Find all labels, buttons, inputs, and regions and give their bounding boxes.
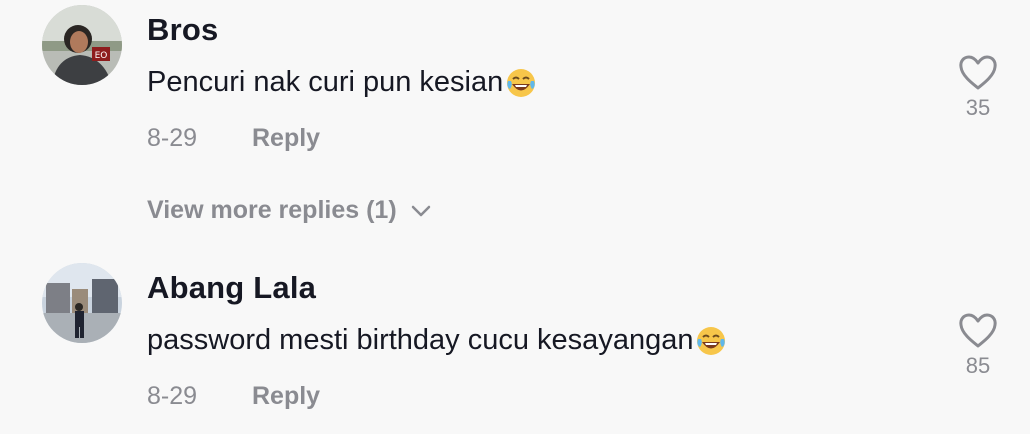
chevron-down-icon [411,205,430,216]
like-button[interactable]: 85 [955,313,1001,379]
comment-date: 8-29 [147,124,198,152]
comment-text-content: Pencuri nak curi pun kesian [147,66,504,98]
heart-icon [959,55,997,90]
comment-item: EO Bros Pencuri nak curi pun kesian 8-29… [0,0,1030,190]
avatar[interactable]: EO [42,5,122,85]
svg-text:EO: EO [95,51,108,61]
reply-button[interactable]: Reply [252,124,320,153]
avatar[interactable] [42,263,122,343]
heart-icon [959,313,997,348]
comment-item: Abang Lala password mesti birthday cucu … [0,258,1030,434]
comment-text-content: password mesti birthday cucu kesayangan [147,324,694,356]
reply-button[interactable]: Reply [252,382,320,411]
comment-text: password mesti birthday cucu kesayangan [147,324,727,357]
comment-username[interactable]: Bros [147,12,218,48]
comment-text: Pencuri nak curi pun kesian [147,66,537,99]
view-more-replies-button[interactable]: View more replies (1) [147,196,431,225]
face-with-tears-of-joy-icon [507,68,536,97]
comment-meta: 8-29 Reply [147,124,320,153]
face-with-tears-of-joy-icon [697,326,726,355]
like-button[interactable]: 35 [955,55,1001,121]
comment-meta: 8-29 Reply [147,382,320,411]
comment-username[interactable]: Abang Lala [147,270,316,306]
like-count: 35 [965,95,991,120]
like-count: 85 [965,353,991,378]
view-more-replies-label: View more replies (1) [147,196,397,224]
comment-date: 8-29 [147,382,198,410]
